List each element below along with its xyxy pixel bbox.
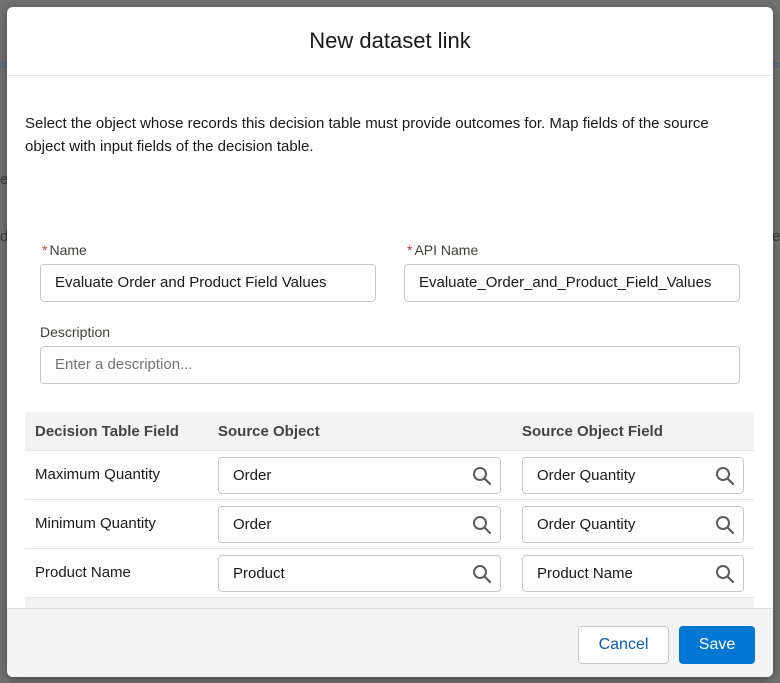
- column-header-source-object: Source Object: [218, 423, 320, 440]
- new-dataset-link-modal: New dataset link Select the object whose…: [7, 7, 773, 677]
- modal-footer: Cancel Save: [7, 608, 773, 677]
- table-row: Product Name Product Product Name: [25, 549, 754, 598]
- name-label: * Name: [42, 242, 87, 258]
- lookup-value: Product Name: [537, 565, 633, 582]
- lookup-value: Product: [233, 565, 285, 582]
- description-input[interactable]: Enter a description...: [40, 346, 740, 384]
- lookup-value: Order: [233, 516, 272, 533]
- required-marker: *: [42, 242, 48, 258]
- modal-body: Select the object whose records this dec…: [7, 76, 773, 656]
- search-icon[interactable]: [715, 564, 735, 584]
- source-object-field-lookup[interactable]: Product Name: [522, 555, 744, 592]
- source-object-lookup[interactable]: Product: [218, 555, 501, 592]
- api-name-input[interactable]: Evaluate_Order_and_Product_Field_Values: [404, 264, 740, 302]
- source-object-field-lookup[interactable]: Order Quantity: [522, 457, 744, 494]
- search-icon[interactable]: [472, 515, 492, 535]
- source-object-lookup[interactable]: Order: [218, 506, 501, 543]
- lookup-value: Order: [233, 467, 272, 484]
- description-label: Description: [40, 324, 111, 340]
- decision-table-field: Maximum Quantity: [35, 466, 161, 483]
- background-text-fragment: e: [772, 228, 780, 245]
- modal-header: New dataset link: [7, 7, 773, 76]
- search-icon[interactable]: [715, 466, 735, 486]
- lookup-value: Order Quantity: [537, 467, 636, 484]
- cancel-button[interactable]: Cancel: [578, 626, 669, 664]
- table-row: Minimum Quantity Order Order Quantity: [25, 500, 754, 549]
- decision-table-field: Minimum Quantity: [35, 515, 156, 532]
- modal-title: New dataset link: [309, 28, 471, 53]
- lookup-value: Order Quantity: [537, 516, 636, 533]
- table-row: Maximum Quantity Order Order Quantity: [25, 451, 754, 500]
- search-icon[interactable]: [715, 515, 735, 535]
- name-input[interactable]: Evaluate Order and Product Field Values: [40, 264, 376, 302]
- source-object-lookup[interactable]: Order: [218, 457, 501, 494]
- api-name-label-text: API Name: [414, 242, 479, 258]
- search-icon[interactable]: [472, 564, 492, 584]
- search-icon[interactable]: [472, 466, 492, 486]
- required-marker: *: [407, 242, 413, 258]
- decision-table-field: Product Name: [35, 564, 131, 581]
- name-label-text: Name: [49, 242, 87, 258]
- source-object-field-lookup[interactable]: Order Quantity: [522, 506, 744, 543]
- save-button[interactable]: Save: [679, 626, 755, 664]
- intro-text: Select the object whose records this dec…: [25, 115, 709, 155]
- column-header-source-object-field: Source Object Field: [522, 423, 663, 440]
- column-header-decision-table-field: Decision Table Field: [35, 423, 179, 440]
- api-name-label: * API Name: [407, 242, 478, 258]
- table-header: Decision Table Field Source Object Sourc…: [25, 412, 754, 451]
